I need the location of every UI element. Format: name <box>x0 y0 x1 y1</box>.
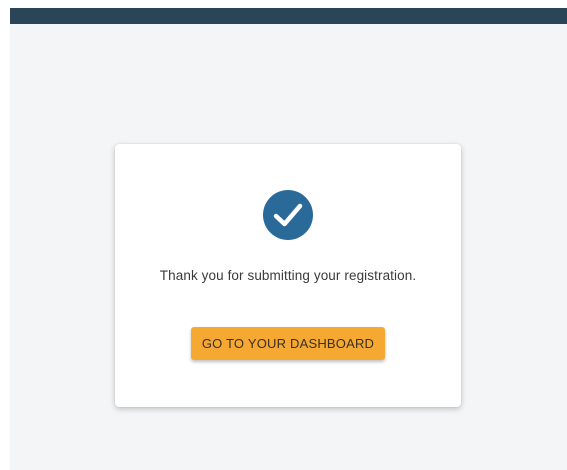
app-window: Thank you for submitting your registrati… <box>10 8 567 470</box>
confirmation-card: Thank you for submitting your registrati… <box>115 144 461 407</box>
go-to-dashboard-button[interactable]: GO TO YOUR DASHBOARD <box>191 327 385 360</box>
top-nav-bar <box>10 8 567 24</box>
confirmation-message: Thank you for submitting your registrati… <box>159 268 417 283</box>
screenshot-frame: Thank you for submitting your registrati… <box>0 0 567 470</box>
check-circle-icon <box>263 190 313 240</box>
